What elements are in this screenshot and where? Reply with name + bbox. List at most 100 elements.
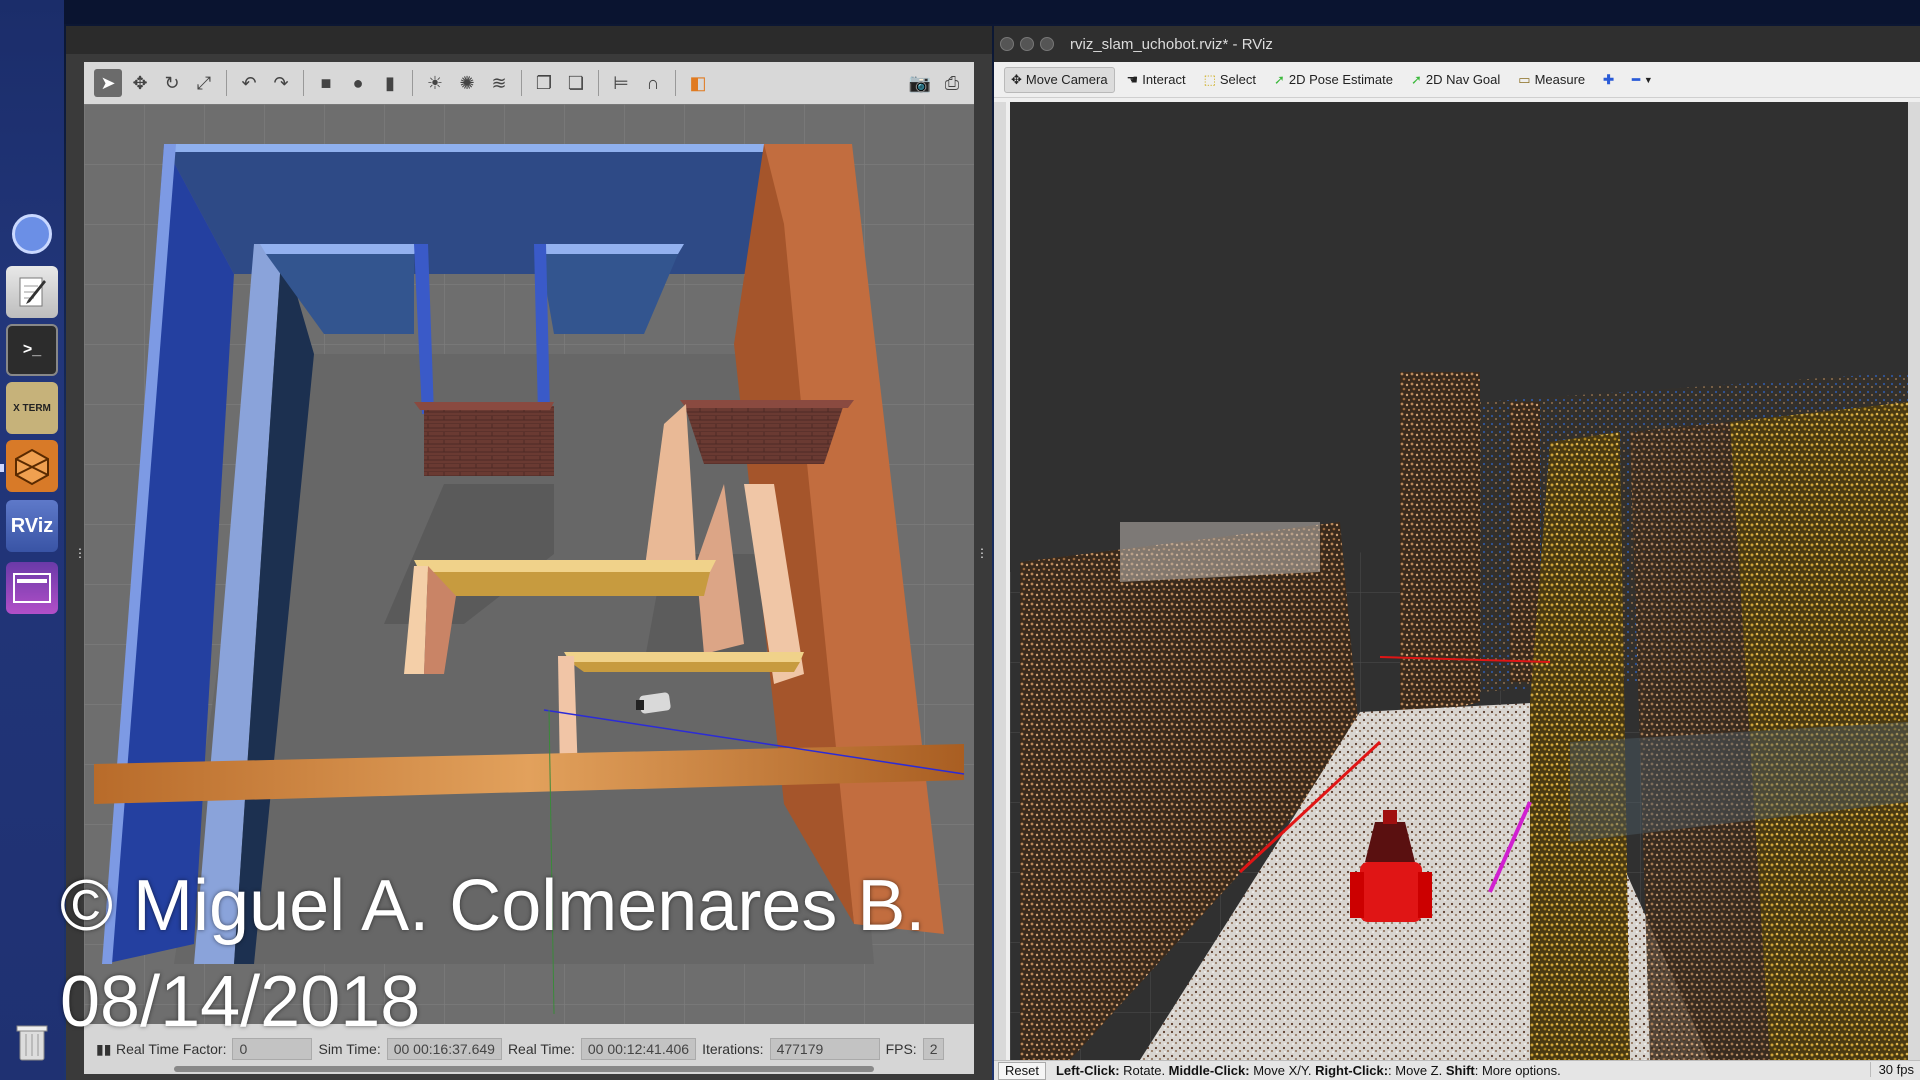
wall-top: [164, 144, 852, 152]
box-shape-icon[interactable]: ■: [312, 69, 340, 97]
select-label: Select: [1219, 72, 1256, 87]
gazebo-icon[interactable]: [6, 440, 58, 492]
hand-icon: ☚: [1126, 71, 1139, 87]
gazebo-horizontal-scrollbar[interactable]: [174, 1066, 874, 1072]
add-tool-button[interactable]: ✚: [1597, 68, 1620, 92]
interact-tool[interactable]: ☚ Interact: [1121, 68, 1192, 92]
rviz-icon[interactable]: RViz: [6, 500, 58, 552]
rviz-window: rviz_slam_uchobot.rviz* - RViz ✥ Move Ca…: [994, 26, 1920, 1080]
watermark-date: 08/14/2018: [60, 962, 421, 1042]
rviz-toolbar: ✥ Move Camera ☚ Interact ⬚ Select ➚ 2D P…: [994, 62, 1920, 98]
measure-label: Measure: [1534, 72, 1586, 87]
hint-right: : Move Z.: [1388, 1063, 1446, 1078]
move-camera-icon: ✥: [1011, 71, 1022, 87]
left-dock-handle[interactable]: [994, 102, 1006, 1060]
left-splitter-handle[interactable]: ⋮: [74, 546, 86, 560]
fps-counter: 30 fps: [1869, 1062, 1914, 1077]
translate-icon[interactable]: ✥: [126, 69, 154, 97]
scale-icon[interactable]: ⤢: [190, 69, 218, 97]
cylinder-shape-icon[interactable]: ▮: [376, 69, 404, 97]
view-angle-icon[interactable]: ◧: [684, 69, 712, 97]
pose-estimate-label: 2D Pose Estimate: [1288, 72, 1393, 87]
gazebo-toolbar: ➤ ✥ ↻ ⤢ ↶ ↷ ■ ● ▮ ☀ ✺ ≋ ❐ ❏ ⊨ ∩ ◧ 📷 ⎙: [84, 62, 974, 104]
right-dock-handle[interactable]: [1908, 102, 1920, 1060]
toolbar-separator: [412, 70, 413, 96]
active-indicator: [0, 464, 4, 472]
pointcloud-top-edge: [1120, 522, 1320, 582]
paste-icon[interactable]: ❏: [562, 69, 590, 97]
move-camera-tool[interactable]: ✥ Move Camera: [1004, 66, 1115, 93]
ruler-icon: ▭: [1518, 71, 1531, 87]
wall-top: [680, 400, 854, 408]
hint-shift-label: Shift: [1445, 1063, 1475, 1078]
pose-estimate-tool[interactable]: ➚ 2D Pose Estimate: [1268, 68, 1399, 92]
align-icon[interactable]: ⊨: [607, 69, 635, 97]
select-box-icon: ⬚: [1203, 71, 1216, 87]
select-tool[interactable]: ⬚ Select: [1198, 68, 1262, 92]
spot-light-icon[interactable]: ✺: [453, 69, 481, 97]
rviz-titlebar: rviz_slam_uchobot.rviz* - RViz: [994, 26, 1920, 62]
maximize-window-button[interactable]: [1040, 37, 1054, 51]
rviz-3d-view[interactable]: [1010, 102, 1908, 1060]
right-splitter-handle[interactable]: ⋮: [976, 546, 988, 560]
mouse-hint: Left-Click: Rotate. Middle-Click: Move X…: [1056, 1063, 1561, 1078]
app-purple-icon[interactable]: [6, 562, 58, 614]
top-panel: [0, 0, 1920, 24]
wall-top: [564, 652, 804, 662]
toolbar-separator: [521, 70, 522, 96]
reset-button[interactable]: Reset: [998, 1061, 1046, 1080]
undo-icon[interactable]: ↶: [235, 69, 263, 97]
hint-right-label: Right-Click:: [1315, 1063, 1389, 1078]
rviz-status-bar: Reset Left-Click: Rotate. Middle-Click: …: [994, 1060, 1920, 1080]
interact-label: Interact: [1142, 72, 1186, 87]
green-arrow-icon: ➚: [1274, 71, 1285, 87]
redo-icon[interactable]: ↷: [267, 69, 295, 97]
toolbar-separator: [226, 70, 227, 96]
minus-icon: ━: [1632, 71, 1640, 87]
nav-goal-label: 2D Nav Goal: [1425, 72, 1501, 87]
copy-icon[interactable]: ❐: [530, 69, 558, 97]
hint-shift: : More options.: [1474, 1063, 1561, 1078]
chevron-down-icon: ▼: [1643, 74, 1653, 85]
minimize-window-button[interactable]: [1020, 37, 1034, 51]
nav-goal-tool[interactable]: ➚ 2D Nav Goal: [1405, 68, 1506, 92]
remove-tool-button[interactable]: ━ ▼: [1626, 68, 1659, 92]
window-title: rviz_slam_uchobot.rviz* - RViz: [1070, 35, 1273, 53]
hint-middle-label: Middle-Click:: [1168, 1063, 1250, 1078]
wall-top: [414, 560, 716, 572]
green-arrow-icon: ➚: [1410, 71, 1422, 87]
toolbar-separator: [303, 70, 304, 96]
brick-wall-right: [684, 404, 844, 464]
launcher: >_ X TERM RViz: [0, 0, 64, 1080]
select-arrow-icon[interactable]: ➤: [94, 69, 122, 97]
point-light-icon[interactable]: ☀: [421, 69, 449, 97]
rotate-icon[interactable]: ↻: [158, 69, 186, 97]
text-editor-icon[interactable]: [6, 266, 58, 318]
log-record-icon[interactable]: ⎙: [938, 69, 966, 97]
plus-icon: ✚: [1603, 71, 1615, 87]
wall-top: [260, 244, 424, 254]
snap-icon[interactable]: ∩: [639, 69, 667, 97]
brick-wall-left: [424, 406, 554, 476]
maze-wall-yellow: [570, 662, 800, 672]
xterm-icon[interactable]: X TERM: [6, 382, 58, 434]
wall-top: [414, 402, 554, 410]
sphere-shape-icon[interactable]: ●: [344, 69, 372, 97]
directional-light-icon[interactable]: ≋: [485, 69, 513, 97]
close-window-button[interactable]: [1000, 37, 1014, 51]
hint-left: Rotate.: [1119, 1063, 1169, 1078]
hint-middle: Move X/Y.: [1249, 1063, 1316, 1078]
watermark-author: © Miguel A. Colmenares B.: [60, 866, 926, 946]
maze-wall-yellow: [420, 572, 710, 596]
toolbar-separator: [675, 70, 676, 96]
copyright-watermark: © Miguel A. Colmenares B. 08/14/2018: [60, 858, 925, 1050]
terminal-icon[interactable]: >_: [6, 324, 58, 376]
wall-top: [534, 244, 684, 254]
trash-icon[interactable]: [6, 1016, 58, 1068]
chromium-icon[interactable]: [6, 214, 58, 254]
move-camera-label: Move Camera: [1025, 72, 1108, 87]
measure-tool[interactable]: ▭ Measure: [1512, 68, 1591, 92]
screenshot-camera-icon[interactable]: 📷: [906, 69, 934, 97]
gazebo-titlebar: [66, 26, 992, 54]
hint-left-label: Left-Click:: [1055, 1063, 1120, 1078]
